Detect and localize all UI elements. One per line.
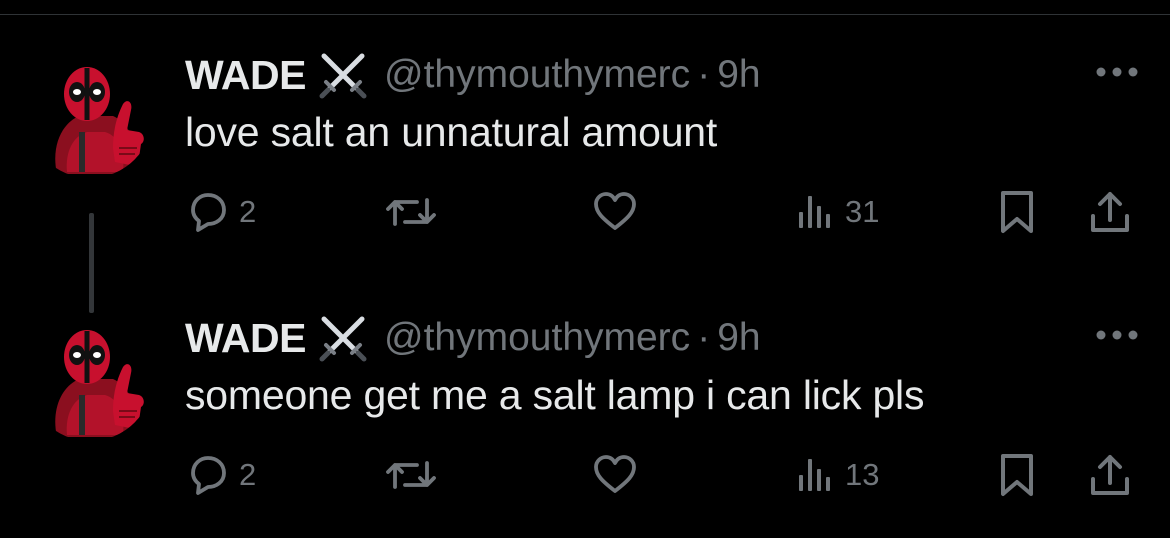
views-button[interactable]: 31: [795, 185, 879, 239]
tweet-header: WADE @thymouthymerc · 9h: [185, 312, 761, 364]
heart-icon: [594, 192, 636, 230]
avatar[interactable]: [27, 52, 153, 178]
heart-icon: [594, 455, 636, 493]
share-icon: [1091, 455, 1129, 495]
reply-button[interactable]: 2: [185, 448, 256, 502]
deadpool-avatar-icon: [27, 52, 153, 178]
share-button[interactable]: [1085, 185, 1135, 239]
author-name[interactable]: WADE: [185, 52, 307, 99]
bookmark-icon: [1001, 454, 1033, 496]
tweet[interactable]: WADE @thymouthymerc · 9h love salt an un…: [0, 15, 1170, 313]
like-button[interactable]: [592, 448, 638, 502]
share-icon: [1091, 192, 1129, 232]
bookmark-icon: [1001, 191, 1033, 233]
reply-icon: [191, 456, 226, 495]
reply-count: 2: [239, 194, 257, 229]
tweet-header: WADE @thymouthymerc · 9h: [185, 49, 761, 101]
author-handle[interactable]: @thymouthymerc: [384, 53, 690, 97]
more-options-icon[interactable]: [1093, 64, 1141, 80]
crossed-swords-icon: [316, 50, 370, 100]
timestamp[interactable]: 9h: [717, 53, 760, 97]
views-count: 31: [845, 194, 880, 229]
tweet[interactable]: WADE @thymouthymerc · 9h someone get me …: [0, 278, 1170, 538]
tweet-actions: 2 13: [0, 448, 1170, 502]
reply-icon: [191, 193, 226, 232]
deadpool-avatar-icon: [27, 315, 153, 441]
like-button[interactable]: [592, 185, 638, 239]
retweet-icon: [386, 461, 436, 489]
bookmark-button[interactable]: [997, 448, 1037, 502]
views-icon: [799, 459, 830, 491]
share-button[interactable]: [1085, 448, 1135, 502]
reply-button[interactable]: 2: [185, 185, 256, 239]
views-icon: [799, 196, 830, 228]
bookmark-button[interactable]: [997, 185, 1037, 239]
retweet-icon: [386, 198, 436, 226]
separator-dot: ·: [697, 53, 711, 96]
reply-count: 2: [239, 457, 257, 492]
retweet-button[interactable]: [383, 185, 439, 239]
tweet-actions: 2 31: [0, 185, 1170, 239]
views-count: 13: [845, 457, 880, 492]
avatar[interactable]: [27, 315, 153, 441]
timestamp[interactable]: 9h: [717, 316, 760, 360]
retweet-button[interactable]: [383, 448, 439, 502]
tweet-text: love salt an unnatural amount: [185, 109, 718, 155]
crossed-swords-icon: [316, 313, 370, 363]
tweet-text: someone get me a salt lamp i can lick pl…: [185, 372, 925, 418]
views-button[interactable]: 13: [795, 448, 879, 502]
more-options-icon[interactable]: [1093, 327, 1141, 343]
separator-dot: ·: [697, 316, 711, 359]
author-name[interactable]: WADE: [185, 315, 307, 362]
author-handle[interactable]: @thymouthymerc: [384, 316, 690, 360]
